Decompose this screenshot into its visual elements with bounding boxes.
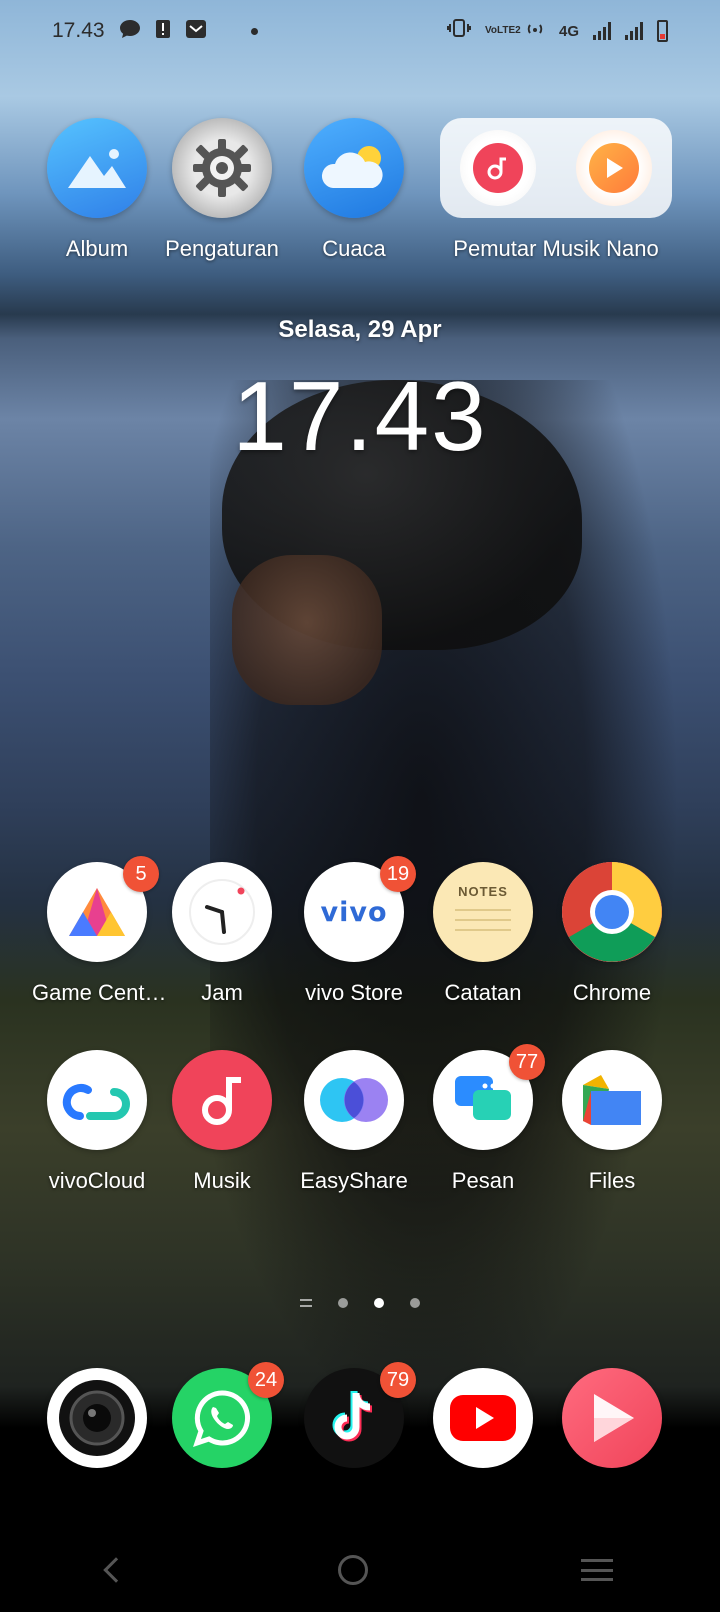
navigation-bar	[0, 1540, 720, 1600]
app-files[interactable]: Files	[547, 1050, 677, 1194]
app-label: Files	[588, 1168, 636, 1193]
page-dot[interactable]	[338, 1298, 348, 1308]
game-center-icon: 5	[47, 856, 159, 962]
recents-menu-icon[interactable]	[581, 1559, 614, 1581]
music-icon	[172, 1050, 272, 1150]
status-bar: 17.43 VoLTE2 4G	[0, 0, 720, 62]
whatsapp-icon: 24	[172, 1362, 284, 1468]
app-pengaturan[interactable]: Pengaturan	[157, 118, 287, 262]
notes-icon: NOTES	[433, 862, 533, 962]
video-player-icon	[562, 1368, 662, 1468]
notification-badge: 5	[123, 856, 159, 892]
app-label: Cuaca	[322, 236, 386, 261]
notification-badge: 24	[248, 1362, 284, 1398]
volte-indicator: VoLTE2	[484, 25, 521, 36]
vivo-store-icon: vivo 19	[304, 856, 416, 962]
youtube-icon	[433, 1368, 533, 1468]
page-indicator-menu-icon[interactable]	[300, 1299, 312, 1307]
page-dot[interactable]	[410, 1298, 420, 1308]
app-label: Pengaturan	[165, 236, 279, 261]
dock-video-player[interactable]	[547, 1368, 677, 1468]
more-notifications-dot-icon	[250, 27, 258, 35]
app-label: EasyShare	[300, 1168, 408, 1193]
app-musik[interactable]: Musik	[157, 1050, 287, 1194]
app-pesan[interactable]: 77 Pesan	[418, 1044, 548, 1194]
status-time: 17.43	[52, 19, 105, 42]
home-icon[interactable]	[337, 1555, 368, 1585]
alert-notification-icon	[155, 19, 171, 43]
camera-icon	[47, 1368, 147, 1468]
signal-strength-icon-2	[625, 22, 643, 40]
clock-time[interactable]: 17.43	[0, 360, 720, 473]
notification-badge: 79	[380, 1362, 416, 1398]
app-label: Album	[65, 236, 129, 261]
music-widget-label: Pemutar Musik Nano	[453, 236, 659, 261]
tiktok-icon: 79	[304, 1362, 416, 1468]
easyshare-icon	[304, 1050, 404, 1150]
vibrate-icon	[446, 19, 471, 43]
weather-icon	[304, 118, 404, 218]
app-label: Musik	[193, 1168, 251, 1193]
app-cuaca[interactable]: Cuaca	[289, 118, 419, 262]
back-icon[interactable]	[102, 1557, 129, 1583]
app-album[interactable]: Album	[32, 118, 162, 262]
dock-camera[interactable]	[32, 1368, 162, 1468]
settings-gear-icon	[172, 118, 272, 218]
app-label: Catatan	[444, 980, 522, 1005]
notification-badge: 77	[509, 1044, 545, 1080]
app-chrome[interactable]: Chrome	[547, 862, 677, 1006]
page-indicator[interactable]	[0, 1298, 720, 1308]
music-note-icon[interactable]	[460, 130, 536, 206]
app-game-center[interactable]: 5 Game Cent…	[32, 856, 167, 1006]
clock-date[interactable]: Selasa, 29 Apr	[0, 316, 720, 344]
app-vivocloud[interactable]: vivoCloud	[32, 1050, 162, 1194]
app-label: Chrome	[572, 980, 652, 1005]
page-dot-active[interactable]	[374, 1298, 384, 1308]
app-label: vivo Store	[305, 980, 403, 1005]
dock-youtube[interactable]	[418, 1368, 548, 1468]
app-catatan[interactable]: NOTES Catatan	[418, 862, 548, 1006]
notes-icon-text: NOTES	[458, 884, 508, 899]
app-easyshare[interactable]: EasyShare	[289, 1050, 419, 1194]
clock-icon	[172, 862, 272, 962]
signal-strength-icon-1	[593, 22, 611, 40]
mail-notification-icon	[185, 19, 207, 43]
notification-badge: 19	[380, 856, 416, 892]
battery-icon	[657, 20, 668, 42]
app-label: vivoCloud	[48, 1168, 146, 1193]
hotspot-icon	[525, 18, 545, 44]
app-label: Game Cent…	[32, 980, 167, 1005]
album-icon	[47, 118, 147, 218]
files-folder-icon	[562, 1050, 662, 1150]
wallpaper-face	[232, 555, 382, 705]
vivo-logo-text: vivo	[320, 896, 388, 928]
chat-notification-icon	[119, 19, 141, 43]
dock-whatsapp[interactable]: 24	[157, 1362, 287, 1468]
app-label: Pesan	[451, 1168, 515, 1193]
messages-icon: 77	[433, 1044, 545, 1150]
app-jam[interactable]: Jam	[157, 862, 287, 1006]
vivocloud-icon	[47, 1050, 147, 1150]
dock-tiktok[interactable]: 79	[289, 1362, 419, 1468]
chrome-icon	[562, 862, 662, 962]
network-type-label: 4G	[558, 22, 579, 40]
app-label: Jam	[201, 980, 243, 1005]
app-vivo-store[interactable]: vivo 19 vivo Store	[289, 856, 419, 1006]
play-video-icon[interactable]	[576, 130, 652, 206]
music-widget[interactable]	[440, 118, 672, 218]
